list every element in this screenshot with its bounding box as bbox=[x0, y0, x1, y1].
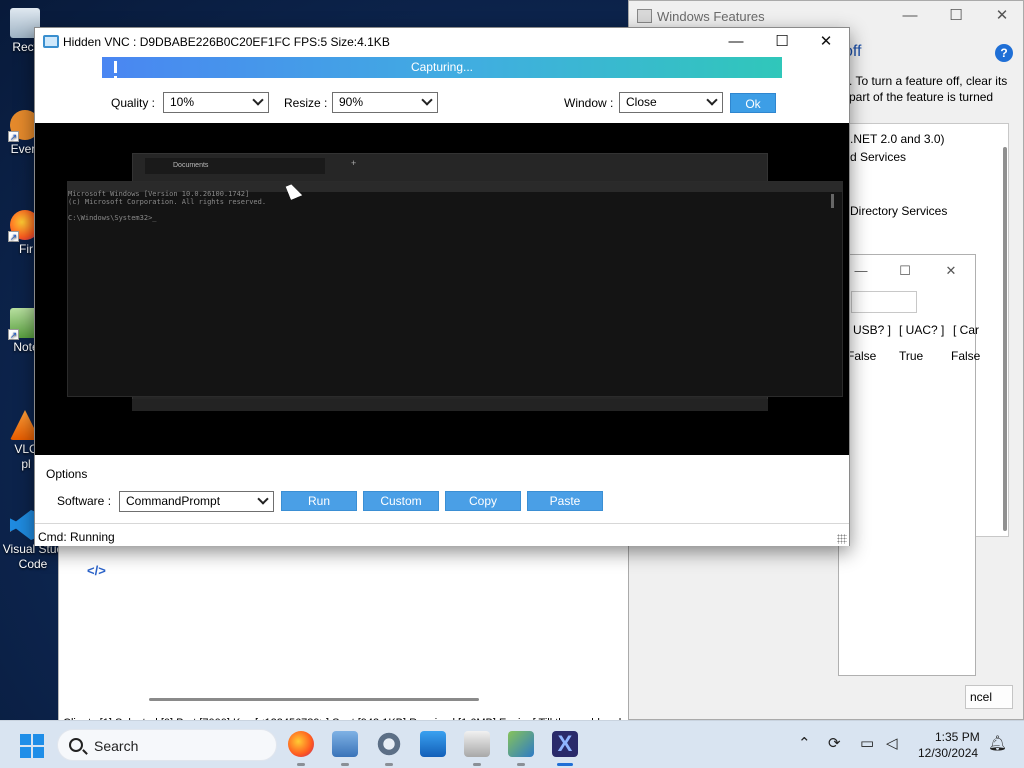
resize-select[interactable]: 90% bbox=[332, 92, 438, 113]
custom-button[interactable]: Custom bbox=[363, 491, 439, 511]
status-bar: Cmd: Running bbox=[35, 523, 849, 546]
running-indicator bbox=[341, 763, 349, 766]
copy-button[interactable]: Copy bbox=[445, 491, 521, 511]
code-icon[interactable]: </> bbox=[87, 563, 106, 578]
windows-logo-icon bbox=[20, 734, 31, 745]
cell-value: False bbox=[951, 349, 981, 363]
quality-value: 10% bbox=[170, 95, 195, 109]
volume-icon[interactable]: ◁ bbox=[886, 735, 898, 753]
window-value: Close bbox=[626, 95, 657, 109]
notification-bell-icon[interactable]: 🔔︎ bbox=[988, 735, 1007, 753]
desktop-icon-label-2: Code bbox=[18, 557, 48, 571]
chevron-down-icon bbox=[421, 94, 433, 106]
running-indicator bbox=[473, 763, 481, 766]
window-title: Hidden VNC : D9DBABE226B0C20EF1FC FPS:5 … bbox=[63, 35, 390, 49]
resize-label: Resize : bbox=[284, 96, 328, 110]
feature-item[interactable]: Directory Services bbox=[850, 204, 947, 218]
vertical-scrollbar[interactable] bbox=[1003, 147, 1007, 531]
status-text: Cmd: Running bbox=[38, 530, 115, 544]
close-button[interactable]: ✕ bbox=[939, 259, 963, 283]
maximize-button[interactable]: ☐ bbox=[941, 3, 971, 29]
client-info-dialog: — ☐ ✕ USB? ] [ UAC? ] [ Car False True F… bbox=[838, 254, 980, 676]
progress-text: Capturing... bbox=[410, 60, 474, 74]
remote-console-window: Microsoft Windows [Version 10.0.26100.17… bbox=[67, 181, 843, 397]
column-header[interactable]: [ UAC? ] bbox=[899, 323, 944, 337]
chevron-down-icon bbox=[257, 493, 269, 505]
minimize-button[interactable]: — bbox=[849, 259, 873, 283]
capture-progress-bar: Capturing... bbox=[102, 57, 782, 88]
firefox-icon[interactable] bbox=[288, 731, 314, 757]
paste-button[interactable]: Paste bbox=[527, 491, 603, 511]
clock-time[interactable]: 1:35 PM bbox=[935, 730, 980, 744]
taskbar: Search X ⌃ ⟳ ▭ ◁ 1:35 PM 12/30/2024 🔔︎ bbox=[0, 720, 1024, 768]
options-label: Options bbox=[46, 467, 88, 481]
cell-value: False bbox=[847, 349, 877, 363]
maximize-button[interactable]: ☐ bbox=[759, 28, 805, 56]
file-manager-icon[interactable] bbox=[508, 731, 534, 757]
desktop-icon-label-2: pl bbox=[21, 457, 31, 471]
settings-gear-icon[interactable] bbox=[376, 731, 402, 757]
shortcut-arrow-icon: ↗ bbox=[8, 131, 19, 142]
software-label: Software : bbox=[57, 494, 112, 508]
desktop-icon-label: Fir bbox=[19, 242, 33, 256]
active-indicator bbox=[557, 763, 573, 766]
features-description: . To turn a feature off, clear its part … bbox=[849, 74, 1008, 104]
notepad-app-icon[interactable] bbox=[464, 731, 490, 757]
running-indicator bbox=[385, 763, 393, 766]
resize-grip[interactable] bbox=[837, 534, 847, 544]
new-tab-icon: + bbox=[351, 158, 357, 168]
windows-features-icon bbox=[637, 9, 652, 23]
window-title: Windows Features bbox=[657, 9, 765, 24]
chevron-down-icon bbox=[252, 94, 264, 106]
remote-statusbar bbox=[132, 399, 768, 411]
quality-select[interactable]: 10% bbox=[163, 92, 269, 113]
remote-screen-view[interactable]: Documents + Microsoft Windows [Version 1… bbox=[35, 123, 849, 455]
ok-button[interactable]: Ok bbox=[730, 93, 776, 113]
remote-desktop-icon[interactable] bbox=[332, 731, 358, 757]
close-button[interactable]: ✕ bbox=[987, 3, 1017, 29]
x-app-icon[interactable]: X bbox=[552, 731, 578, 757]
window-select[interactable]: Close bbox=[619, 92, 723, 113]
photos-icon[interactable] bbox=[420, 731, 446, 757]
minimize-button[interactable]: — bbox=[895, 3, 925, 29]
search-placeholder: Search bbox=[94, 738, 139, 754]
feature-item[interactable]: .NET 2.0 and 3.0) bbox=[850, 132, 945, 146]
help-icon[interactable]: ? bbox=[995, 44, 1013, 62]
remote-console-text: Microsoft Windows [Version 10.0.26100.17… bbox=[68, 190, 267, 222]
running-indicator bbox=[297, 763, 305, 766]
window-label: Window : bbox=[564, 96, 614, 110]
clock-date[interactable]: 12/30/2024 bbox=[918, 746, 978, 760]
chevron-down-icon bbox=[706, 94, 718, 106]
remote-scrollbar bbox=[831, 194, 834, 208]
running-indicator bbox=[517, 763, 525, 766]
shortcut-arrow-icon: ↗ bbox=[8, 231, 19, 242]
horizontal-scrollbar[interactable] bbox=[149, 698, 479, 701]
network-icon[interactable]: ▭ bbox=[860, 735, 874, 753]
software-select[interactable]: CommandPrompt bbox=[119, 491, 274, 512]
resize-value: 90% bbox=[339, 95, 364, 109]
cancel-button[interactable]: ncel bbox=[965, 685, 1013, 709]
maximize-button[interactable]: ☐ bbox=[893, 259, 917, 283]
shortcut-arrow-icon: ↗ bbox=[8, 329, 19, 340]
software-value: CommandPrompt bbox=[126, 494, 221, 508]
remote-tab: Documents bbox=[145, 158, 325, 174]
chevron-up-icon[interactable]: ⌃ bbox=[798, 735, 811, 753]
column-header[interactable]: [ Car bbox=[953, 323, 979, 337]
hidden-vnc-window: Hidden VNC : D9DBABE226B0C20EF1FC FPS:5 … bbox=[34, 27, 850, 546]
search-icon bbox=[69, 738, 83, 752]
minimize-button[interactable]: — bbox=[713, 28, 759, 56]
taskbar-search[interactable]: Search bbox=[57, 729, 277, 761]
filter-input[interactable] bbox=[851, 291, 917, 313]
monitor-icon bbox=[43, 35, 59, 48]
feature-item[interactable]: d Services bbox=[850, 150, 906, 164]
column-header[interactable]: USB? ] bbox=[853, 323, 891, 337]
sync-icon[interactable]: ⟳ bbox=[828, 735, 841, 753]
cell-value: True bbox=[899, 349, 924, 363]
title-bar[interactable]: Hidden VNC : D9DBABE226B0C20EF1FC FPS:5 … bbox=[35, 28, 849, 56]
shortcut-arrow-icon: ↗ bbox=[9, 531, 19, 542]
start-button[interactable] bbox=[20, 734, 44, 758]
close-button[interactable]: ✕ bbox=[803, 28, 849, 56]
run-button[interactable]: Run bbox=[281, 491, 357, 511]
quality-label: Quality : bbox=[111, 96, 156, 110]
